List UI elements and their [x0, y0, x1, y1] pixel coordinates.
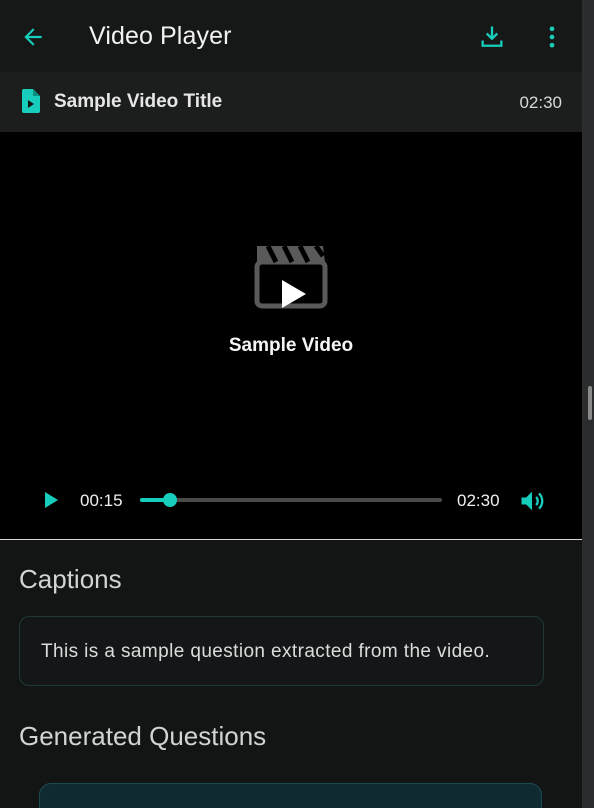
video-placeholder-label: Sample Video	[228, 335, 354, 356]
progress-slider[interactable]	[140, 493, 442, 507]
play-icon[interactable]	[38, 488, 62, 512]
app-bar: Video Player	[0, 0, 582, 72]
scrollbar-thumb[interactable]	[588, 386, 592, 420]
more-vert-icon[interactable]	[538, 23, 566, 51]
current-time: 00:15	[80, 491, 123, 510]
captions-heading: Captions	[19, 564, 122, 594]
arrow-left-icon[interactable]	[20, 24, 46, 50]
caption-card: This is a sample question extracted from…	[19, 616, 544, 686]
movie-clapper-play-icon	[254, 244, 328, 309]
caption-text: This is a sample question extracted from…	[41, 641, 491, 662]
total-time: 02:30	[457, 491, 500, 510]
divider	[0, 539, 582, 540]
video-info-bar: Sample Video Title 02:30	[0, 72, 582, 132]
download-icon[interactable]	[478, 23, 506, 51]
video-title: Sample Video Title	[54, 91, 223, 112]
video-duration: 02:30	[519, 93, 562, 112]
progress-thumb[interactable]	[163, 493, 178, 507]
question-card[interactable]	[39, 783, 542, 808]
volume-icon[interactable]	[518, 487, 546, 515]
page-title: Video Player	[89, 22, 232, 50]
video-player-screen: Video Player Sample Video Title 02:30 Sa…	[0, 0, 582, 808]
video-player[interactable]: Sample Video 00:15 02:30	[0, 132, 582, 539]
generated-questions-heading: Generated Questions	[19, 721, 267, 751]
video-file-icon	[22, 89, 40, 113]
